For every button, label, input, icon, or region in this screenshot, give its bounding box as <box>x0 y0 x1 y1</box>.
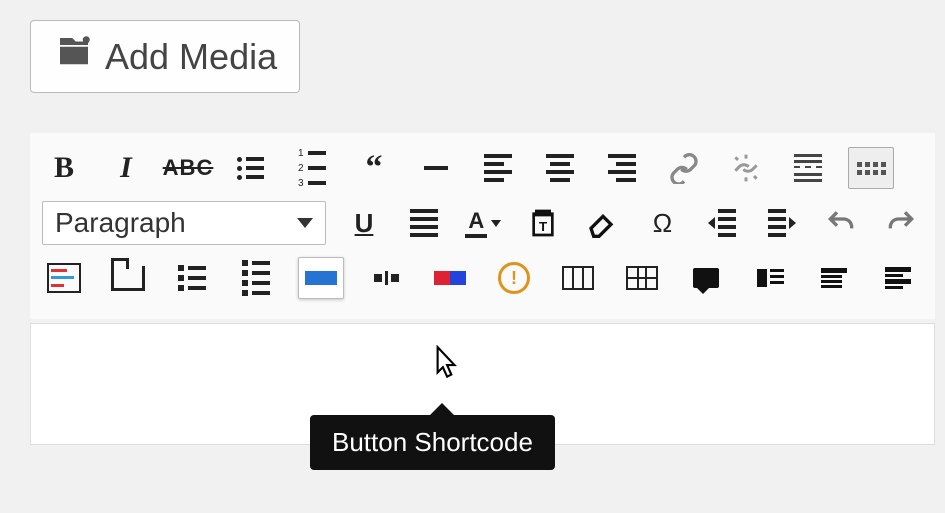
unlink-button[interactable] <box>724 148 768 188</box>
toolbar-toggle-button[interactable] <box>848 147 894 189</box>
tooltip-shortcode-button[interactable] <box>684 258 728 298</box>
numbered-list-icon: 1 2 3 <box>298 148 326 189</box>
align-center-icon <box>546 154 574 182</box>
divider-icon <box>374 271 399 285</box>
accordion-shortcode-button[interactable] <box>42 258 86 298</box>
align-left-icon <box>484 154 512 182</box>
bold-button[interactable]: B <box>42 148 86 188</box>
tabs-icon <box>111 266 145 291</box>
underline-button[interactable]: U <box>342 203 386 243</box>
eraser-icon <box>587 207 619 239</box>
tabs-shortcode-button[interactable] <box>106 258 150 298</box>
button-shortcode-button[interactable] <box>298 257 344 299</box>
unlink-icon <box>730 152 762 184</box>
checklist-icon <box>178 265 206 291</box>
italic-button[interactable]: I <box>104 148 148 188</box>
strike-icon: ABC <box>163 155 214 181</box>
outdent-button[interactable] <box>700 203 744 243</box>
checklist-shortcode-button[interactable] <box>170 258 214 298</box>
media-icon <box>53 31 95 82</box>
align-center-button[interactable] <box>538 148 582 188</box>
hr-icon <box>424 166 448 170</box>
iconlist-shortcode-button[interactable] <box>234 258 278 298</box>
omega-icon: Ω <box>653 208 672 239</box>
numbered-list-button[interactable]: 1 2 3 <box>290 148 334 188</box>
text-color-icon: A <box>465 208 487 238</box>
add-media-button[interactable]: Add Media <box>30 20 300 93</box>
redo-icon <box>885 207 917 239</box>
tooltip-label: Button Shortcode <box>332 427 533 457</box>
hr-button[interactable] <box>414 148 458 188</box>
table-shortcode-button[interactable] <box>620 258 664 298</box>
button-shortcode-icon <box>305 271 337 285</box>
outdent-icon <box>708 209 736 237</box>
progress-icon <box>434 271 466 285</box>
align-right-icon <box>608 154 636 182</box>
dropcap-shortcode-button[interactable] <box>748 258 792 298</box>
progress-shortcode-button[interactable] <box>428 258 472 298</box>
kitchen-sink-icon <box>857 162 886 175</box>
link-icon <box>668 152 700 184</box>
justify-icon <box>410 209 438 237</box>
divider-shortcode-button[interactable] <box>364 258 408 298</box>
alert-icon: ! <box>498 262 530 294</box>
link-button[interactable] <box>662 148 706 188</box>
align-left-button[interactable] <box>476 148 520 188</box>
bullet-list-button[interactable] <box>228 148 272 188</box>
format-selected-label: Paragraph <box>55 207 186 239</box>
align-right-button[interactable] <box>600 148 644 188</box>
iconlist-icon <box>242 260 270 296</box>
read-more-button[interactable] <box>786 148 830 188</box>
italic-icon: I <box>120 151 132 185</box>
chevron-down-icon <box>297 218 313 228</box>
editor-toolbar: B I ABC 1 2 3 “ <box>30 133 935 319</box>
columns-shortcode-button[interactable] <box>556 258 600 298</box>
svg-text:T: T <box>539 219 547 234</box>
justify-button[interactable] <box>402 203 446 243</box>
speech-bubble-icon <box>693 268 719 288</box>
underline-icon: U <box>355 208 374 239</box>
read-more-icon <box>794 154 822 182</box>
testimonial-icon <box>885 267 911 289</box>
paste-text-button[interactable]: T <box>521 203 565 243</box>
columns-icon <box>562 266 594 290</box>
testimonial-shortcode-button[interactable] <box>876 258 920 298</box>
clipboard-icon: T <box>527 207 559 239</box>
special-char-button[interactable]: Ω <box>641 203 685 243</box>
toolbar-row-3: ! <box>42 257 923 299</box>
tooltip: Button Shortcode <box>310 415 555 470</box>
add-media-label: Add Media <box>105 36 277 78</box>
undo-icon <box>825 207 857 239</box>
alert-shortcode-button[interactable]: ! <box>492 258 536 298</box>
format-dropdown[interactable]: Paragraph <box>42 201 326 245</box>
clear-formatting-button[interactable] <box>581 203 625 243</box>
quote-icon: “ <box>366 149 383 187</box>
indent-button[interactable] <box>760 203 804 243</box>
blockquote-button[interactable]: “ <box>352 148 396 188</box>
pricing-shortcode-button[interactable] <box>812 258 856 298</box>
indent-icon <box>768 209 796 237</box>
accordion-icon <box>47 263 81 293</box>
pricing-icon <box>821 268 847 288</box>
chevron-down-icon <box>491 220 501 227</box>
table-icon <box>626 266 658 290</box>
toolbar-row-1: B I ABC 1 2 3 “ <box>42 147 923 189</box>
text-color-button[interactable]: A <box>462 203 506 243</box>
dropcap-icon <box>757 269 784 287</box>
undo-button[interactable] <box>820 203 864 243</box>
toolbar-row-2: Paragraph U A T Ω <box>42 201 923 245</box>
bullet-list-icon <box>237 157 264 180</box>
redo-button[interactable] <box>879 203 923 243</box>
strikethrough-button[interactable]: ABC <box>166 148 210 188</box>
bold-icon: B <box>54 151 74 185</box>
